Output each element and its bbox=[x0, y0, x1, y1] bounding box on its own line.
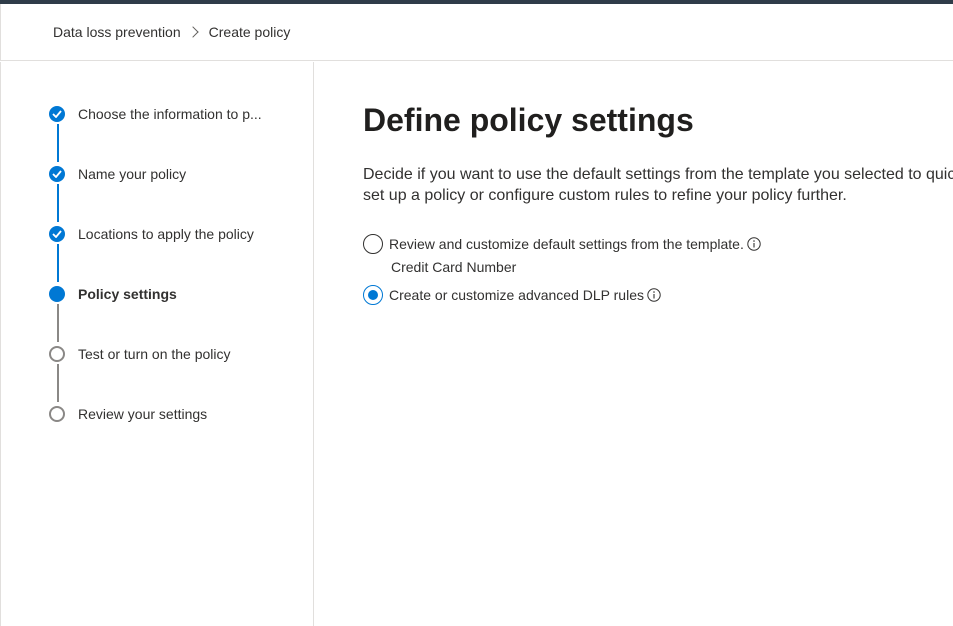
info-icon[interactable] bbox=[747, 237, 761, 251]
step-label: Choose the information to p... bbox=[78, 106, 262, 122]
step-test-or-turn-on: Test or turn on the policy bbox=[49, 344, 231, 364]
checkmark-icon bbox=[49, 106, 65, 122]
step-label: Locations to apply the policy bbox=[78, 226, 254, 242]
step-name-policy[interactable]: Name your policy bbox=[49, 164, 186, 184]
option-label: Review and customize default settings fr… bbox=[389, 236, 744, 252]
step-connector bbox=[57, 304, 59, 342]
step-label: Review your settings bbox=[78, 406, 208, 422]
breadcrumb: Data loss prevention Create policy bbox=[53, 24, 290, 40]
step-connector bbox=[57, 124, 59, 162]
empty-circle-icon bbox=[49, 406, 65, 422]
current-step-dot-icon bbox=[49, 286, 65, 302]
radio-dot bbox=[368, 290, 378, 300]
step-locations[interactable]: Locations to apply the policy bbox=[49, 224, 254, 244]
page-title: Define policy settings bbox=[363, 102, 694, 138]
step-label: Policy settings bbox=[78, 286, 177, 302]
radio-button-checked[interactable] bbox=[363, 285, 383, 305]
step-review-settings: Review your settings bbox=[49, 404, 207, 424]
option-label: Create or customize advanced DLP rules bbox=[389, 287, 644, 303]
page-description: Decide if you want to use the default se… bbox=[363, 166, 953, 204]
page-header: Data loss prevention Create policy bbox=[0, 4, 953, 61]
wizard-steps-panel: Choose the information to p... Name your… bbox=[0, 62, 314, 626]
checkmark-icon bbox=[49, 166, 65, 182]
info-icon[interactable] bbox=[647, 288, 661, 302]
option-advanced-rules[interactable]: Create or customize advanced DLP rules bbox=[363, 285, 661, 305]
step-label: Test or turn on the policy bbox=[78, 346, 231, 362]
template-name-label: Credit Card Number bbox=[391, 259, 517, 275]
step-connector bbox=[57, 364, 59, 402]
breadcrumb-data-loss-prevention[interactable]: Data loss prevention bbox=[53, 24, 181, 40]
step-connector bbox=[57, 244, 59, 282]
step-policy-settings[interactable]: Policy settings bbox=[49, 284, 177, 304]
empty-circle-icon bbox=[49, 346, 65, 362]
checkmark-icon bbox=[49, 226, 65, 242]
step-connector bbox=[57, 184, 59, 222]
main-content: Define policy settings Decide if you wan… bbox=[315, 62, 953, 626]
chevron-right-icon bbox=[186, 26, 199, 38]
step-choose-information[interactable]: Choose the information to p... bbox=[49, 104, 262, 124]
step-label: Name your policy bbox=[78, 166, 187, 182]
breadcrumb-create-policy: Create policy bbox=[208, 24, 291, 40]
radio-button[interactable] bbox=[363, 234, 383, 254]
option-default-settings[interactable]: Review and customize default settings fr… bbox=[363, 234, 761, 254]
